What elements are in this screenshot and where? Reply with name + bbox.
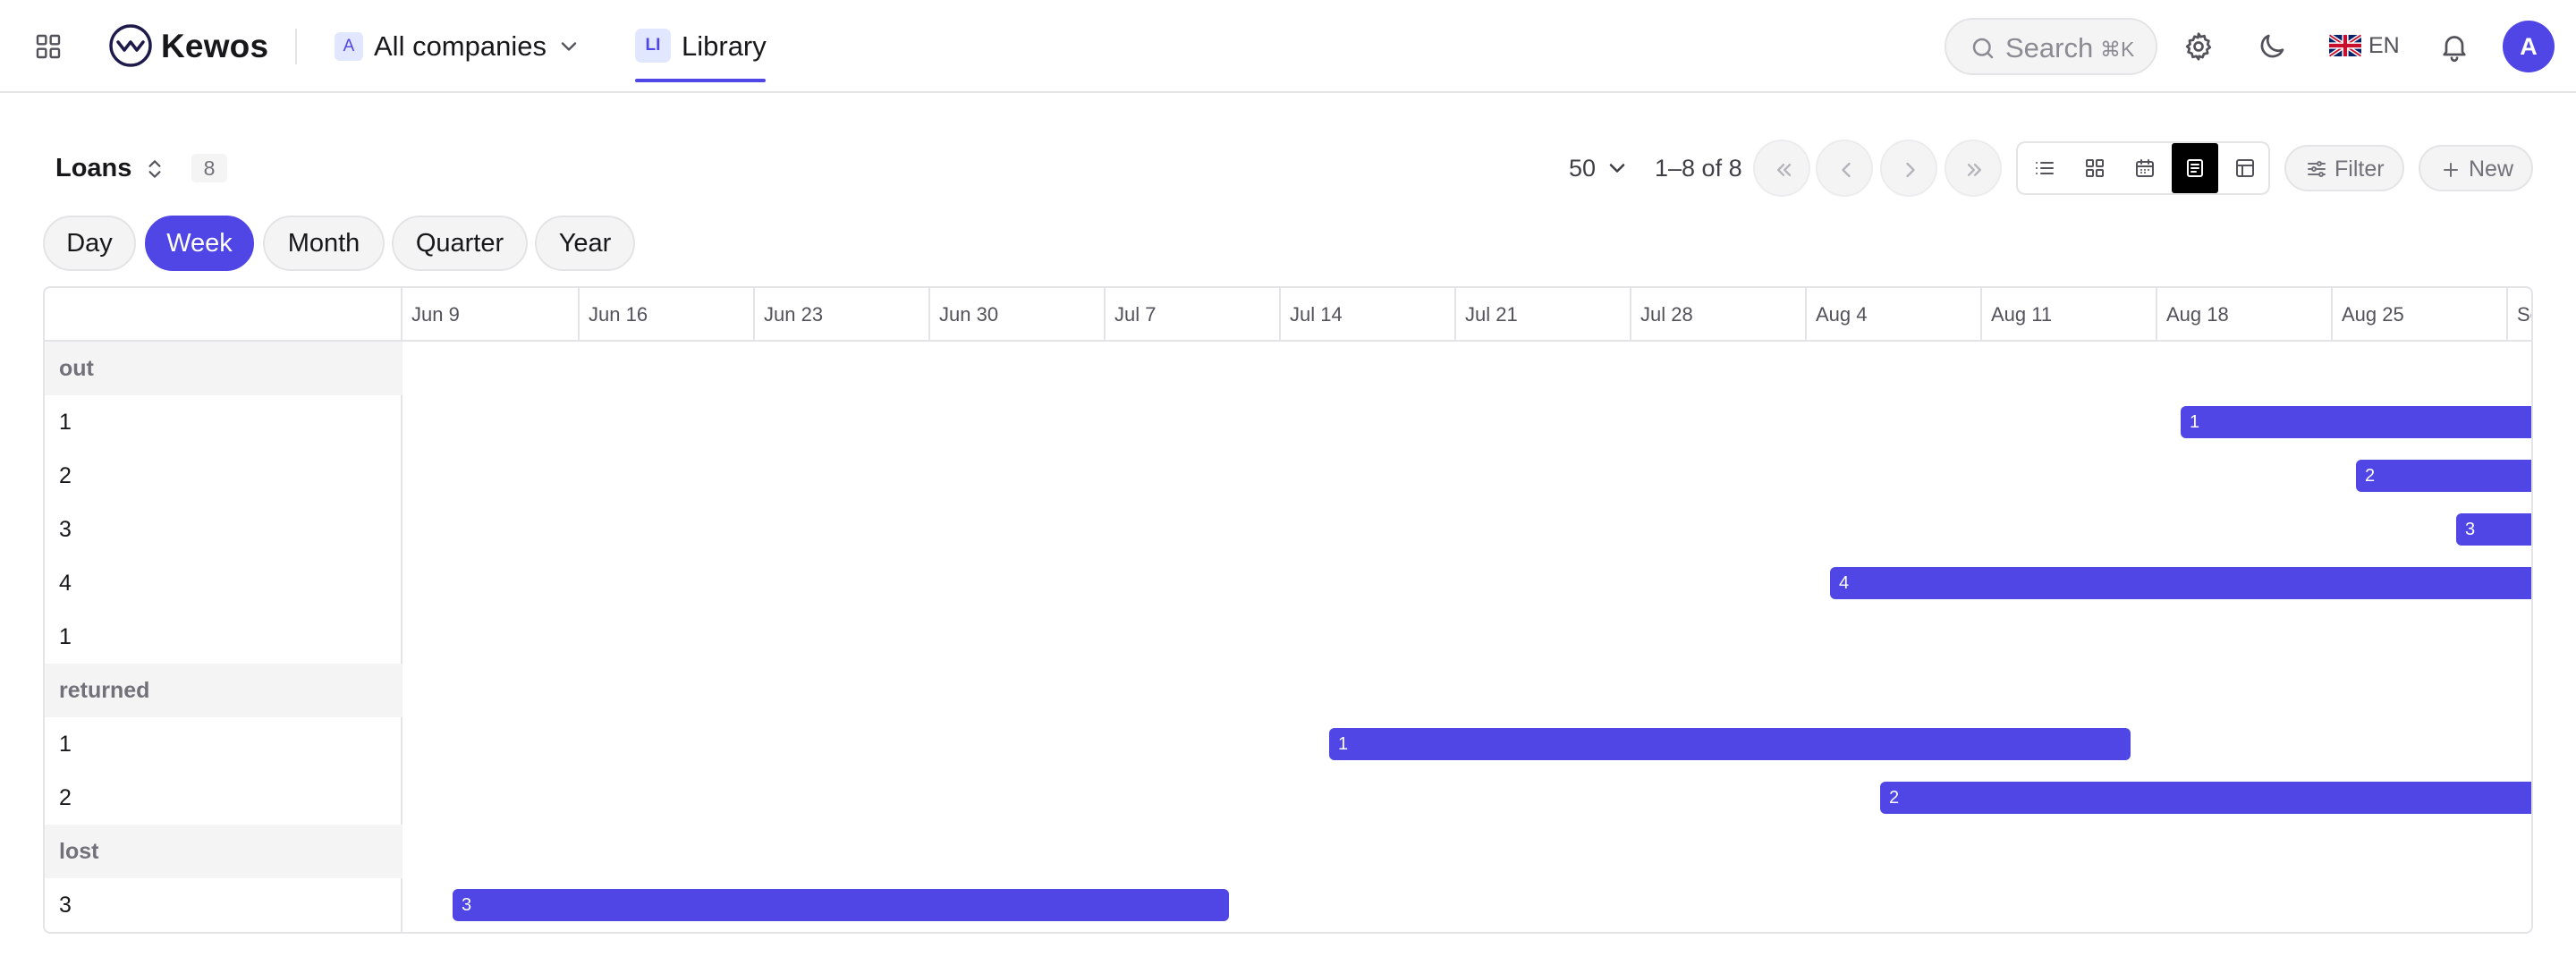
next-page-button[interactable] [1880,140,1937,197]
first-page-button[interactable] [1753,140,1810,197]
group-row-label[interactable]: returned [45,664,402,717]
apps-grid-icon[interactable] [34,32,63,61]
table-view-button[interactable] [2222,143,2268,193]
search-box[interactable]: Search ⌘K [1945,18,2157,75]
loan-row-label[interactable]: 4 [45,556,402,610]
search-icon [1972,38,1994,59]
last-page-icon [1967,164,1981,176]
timeline-tick: Jul 14 [1279,288,1343,342]
timeline-tick: Jun 16 [578,288,648,342]
chevron-down-icon[interactable] [556,34,581,59]
company-badge[interactable]: A [335,32,363,61]
last-page-button[interactable] [1945,140,2002,197]
timeline-view-icon [2187,159,2203,177]
loan-bar[interactable]: 3 [2456,513,2531,546]
kewos-logo-icon[interactable] [107,22,154,69]
loan-bar[interactable]: 1 [2181,406,2531,438]
timeline-tick: Aug 18 [2156,288,2229,342]
search-placeholder: Search [2005,32,2094,63]
record-count-badge: 8 [191,154,227,182]
tab-library[interactable]: Library [682,30,767,63]
library-badge[interactable]: LI [635,29,671,63]
group-row-label[interactable]: lost [45,825,402,878]
prev-page-icon [1842,162,1851,178]
timeline-tick: Jul 7 [1104,288,1156,342]
timeline-row-labels: out 1 2 3 4 1 returned 1 2 lost 3 [45,288,402,932]
timeline-body: 12341123 [402,342,2531,932]
active-tab-indicator [635,79,766,82]
next-page-icon [1906,162,1915,178]
uk-flag-icon[interactable] [2329,34,2361,57]
loan-row-label[interactable]: 1 [45,610,402,664]
loan-row-label[interactable]: 1 [45,395,402,449]
filter-icon [2308,161,2326,177]
bell-icon[interactable] [2438,30,2470,63]
company-selector[interactable]: All companies [374,30,547,63]
timeline-chart: out 1 2 3 4 1 returned 1 2 lost 3 Jun 9 Jun 16 Jun 2… [43,286,2533,934]
view-switcher [2016,141,2270,195]
pagination-range: 1–8 of 8 [1655,155,1742,182]
timeline-tick: Jul 21 [1454,288,1518,342]
search-shortcut: ⌘K [2100,38,2135,61]
loan-bar[interactable]: 2 [2356,460,2531,492]
list-view-button[interactable] [2021,143,2068,193]
range-tab-quarter[interactable]: Quarter [392,216,528,271]
loan-row-label[interactable]: 2 [45,771,402,825]
timeline-corner [45,288,402,342]
divider [295,29,297,64]
grid-view-icon [2086,159,2104,177]
brand-name[interactable]: Kewos [161,27,268,66]
avatar[interactable]: A [2503,21,2555,72]
per-page-select[interactable]: 50 [1569,154,1596,182]
timeline-tick: Aug 25 [2331,288,2404,342]
chevron-down-icon[interactable] [1605,156,1630,181]
loan-row-label[interactable]: 2 [45,449,402,503]
timeline-tick: Jun 30 [928,288,998,342]
new-button[interactable]: New [2419,145,2533,191]
timeline-tick: Aug 11 [1980,288,2052,342]
loan-bar[interactable]: 4 [1830,567,2531,599]
loan-bar[interactable]: 3 [453,889,1229,921]
timeline-tick: Jun 23 [753,288,823,342]
filter-button[interactable]: Filter [2284,145,2404,191]
list-view-icon [2036,162,2054,174]
loan-row-label[interactable]: 3 [45,878,402,932]
calendar-view-button[interactable] [2122,143,2168,193]
timeline-view-button[interactable] [2172,143,2218,193]
page-title[interactable]: Loans [55,152,131,184]
table-view-icon [2236,159,2254,177]
loan-row-label[interactable]: 1 [45,717,402,771]
timeline-header: Jun 9 Jun 16 Jun 23 Jun 30 Jul 7 Jul 14 Jul 21… [402,288,2531,342]
top-bar: Kewos A All companies LI Library Search … [0,0,2576,93]
loan-bar[interactable]: 2 [1880,782,2531,814]
range-tab-year[interactable]: Year [535,216,635,271]
loan-bar[interactable]: 1 [1329,728,2131,760]
group-row-label[interactable]: out [45,342,402,395]
calendar-view-icon [2136,159,2154,177]
sort-icon[interactable] [143,156,166,182]
plus-icon [2444,163,2458,177]
timeline-tick: Se [2506,288,2531,342]
range-tab-month[interactable]: Month [263,216,385,271]
first-page-icon [1777,164,1792,176]
moon-icon[interactable] [2256,30,2288,63]
language-selector[interactable]: EN [2368,32,2400,59]
grid-view-button[interactable] [2072,143,2118,193]
range-tab-day[interactable]: Day [43,216,136,271]
gear-icon[interactable] [2182,30,2215,63]
filter-label: Filter [2334,157,2385,182]
timeline-tick: Aug 4 [1805,288,1868,342]
prev-page-button[interactable] [1816,140,1873,197]
range-tab-week[interactable]: Week [145,216,254,271]
timeline-tick: Jun 9 [411,303,460,326]
loan-row-label[interactable]: 3 [45,503,402,556]
timeline-tick: Jul 28 [1630,288,1693,342]
new-label: New [2469,157,2514,182]
